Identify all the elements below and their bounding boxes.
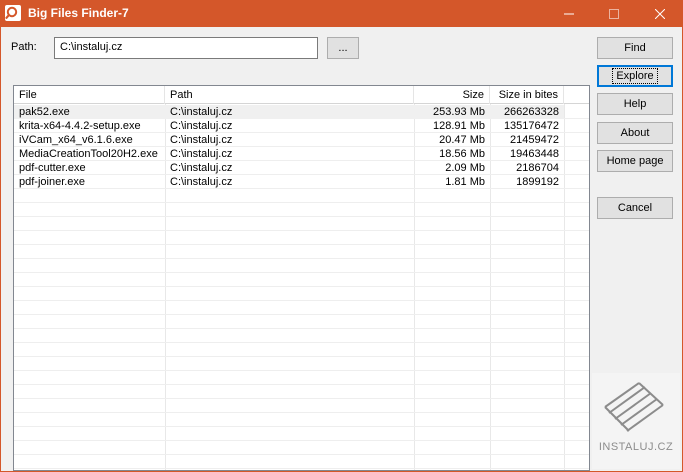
cell-size-in-bites: 1899192 <box>516 176 559 188</box>
instaluj-watermark: INSTALUJ.CZ <box>592 373 680 469</box>
minimize-icon <box>563 13 574 14</box>
about-button-label: About <box>620 127 650 139</box>
table-row[interactable]: krita-x64-4.4.2-setup.exe C:\instaluj.cz… <box>14 119 589 133</box>
browse-button[interactable]: ... <box>327 37 359 59</box>
grid-line <box>14 468 589 469</box>
table-row[interactable]: pdf-cutter.exe C:\instaluj.cz 2.09 Mb 21… <box>14 161 589 175</box>
cell-size-in-bites: 21459472 <box>510 134 559 146</box>
column-header-size[interactable]: Size <box>414 86 490 104</box>
grid-line <box>14 384 589 385</box>
results-list[interactable]: File Path Size Size in bites pak52.exe C… <box>13 85 590 471</box>
app-window: Big Files Finder-7 Path: C:\instaluj.cz … <box>0 0 683 472</box>
client-area: Path: C:\instaluj.cz ... Find Explore He… <box>1 27 682 471</box>
window-title: Big Files Finder-7 <box>28 6 129 20</box>
maximize-button[interactable] <box>591 0 636 27</box>
grid-line <box>14 370 589 371</box>
cell-size: 18.56 Mb <box>439 148 485 160</box>
column-header-size-in-bites[interactable]: Size in bites <box>490 86 564 104</box>
home-page-button-label: Home page <box>606 155 664 167</box>
watermark-text: INSTALUJ.CZ <box>598 441 674 453</box>
cell-file: MediaCreationTool20H2.exe <box>19 148 158 160</box>
cell-file: pdf-joiner.exe <box>19 176 86 188</box>
cell-size-in-bites: 135176472 <box>503 120 559 132</box>
cell-path: C:\instaluj.cz <box>170 176 233 188</box>
grid-line <box>14 230 589 231</box>
cancel-button[interactable]: Cancel <box>597 197 673 219</box>
cell-size: 1.81 Mb <box>445 176 485 188</box>
grid-line <box>14 342 589 343</box>
cell-size-in-bites: 2186704 <box>516 162 559 174</box>
cancel-button-label: Cancel <box>617 202 653 214</box>
cell-file: iVCam_x64_v6.1.6.exe <box>19 134 133 146</box>
grid-line <box>14 216 589 217</box>
list-header: File Path Size Size in bites <box>14 86 589 104</box>
help-button-label: Help <box>623 98 647 110</box>
about-button[interactable]: About <box>597 122 673 144</box>
help-button[interactable]: Help <box>597 93 673 115</box>
grid-line <box>14 300 589 301</box>
path-input[interactable]: C:\instaluj.cz <box>54 37 318 59</box>
table-row[interactable]: pdf-joiner.exe C:\instaluj.cz 1.81 Mb 18… <box>14 175 589 189</box>
grid-line <box>14 202 589 203</box>
cell-path: C:\instaluj.cz <box>170 162 233 174</box>
cell-file: krita-x64-4.4.2-setup.exe <box>19 120 141 132</box>
cell-path: C:\instaluj.cz <box>170 148 233 160</box>
maximize-icon <box>608 8 619 19</box>
grid-line <box>14 328 589 329</box>
title-bar[interactable]: Big Files Finder-7 <box>0 0 683 27</box>
cell-size-in-bites: 19463448 <box>510 148 559 160</box>
find-button-label: Find <box>624 42 646 54</box>
table-row[interactable]: iVCam_x64_v6.1.6.exe C:\instaluj.cz 20.4… <box>14 133 589 147</box>
grid-line <box>14 356 589 357</box>
grid-line <box>14 286 589 287</box>
magnifier-icon[interactable] <box>5 5 21 21</box>
cell-size-in-bites: 266263328 <box>503 106 559 118</box>
grid-line <box>14 314 589 315</box>
table-row[interactable]: pak52.exe C:\instaluj.cz 253.93 Mb 26626… <box>14 105 564 119</box>
column-header-file[interactable]: File <box>14 86 165 104</box>
grid-line <box>14 440 589 441</box>
explore-button[interactable]: Explore <box>597 65 673 87</box>
cell-file: pdf-cutter.exe <box>19 162 86 174</box>
cell-file: pak52.exe <box>19 106 70 118</box>
table-row[interactable]: MediaCreationTool20H2.exe C:\instaluj.cz… <box>14 147 589 161</box>
grid-line <box>14 454 589 455</box>
grid-line <box>14 258 589 259</box>
cell-path: C:\instaluj.cz <box>170 120 233 132</box>
grid-line <box>14 426 589 427</box>
column-header-path[interactable]: Path <box>165 86 414 104</box>
grid-line <box>14 244 589 245</box>
grid-line <box>14 398 589 399</box>
cell-size: 2.09 Mb <box>445 162 485 174</box>
cell-size: 253.93 Mb <box>433 106 485 118</box>
minimize-button[interactable] <box>546 0 591 27</box>
path-label: Path: <box>11 41 37 53</box>
cell-path: C:\instaluj.cz <box>170 134 233 146</box>
instaluj-logo-icon <box>604 382 664 432</box>
close-icon <box>654 8 665 19</box>
close-button[interactable] <box>637 0 682 27</box>
grid-line <box>14 272 589 273</box>
browse-button-label: ... <box>338 42 348 54</box>
cell-path: C:\instaluj.cz <box>170 106 233 118</box>
home-page-button[interactable]: Home page <box>597 150 673 172</box>
grid-line <box>14 412 589 413</box>
cell-size: 20.47 Mb <box>439 134 485 146</box>
explore-button-label: Explore <box>612 68 658 84</box>
find-button[interactable]: Find <box>597 37 673 59</box>
cell-size: 128.91 Mb <box>433 120 485 132</box>
